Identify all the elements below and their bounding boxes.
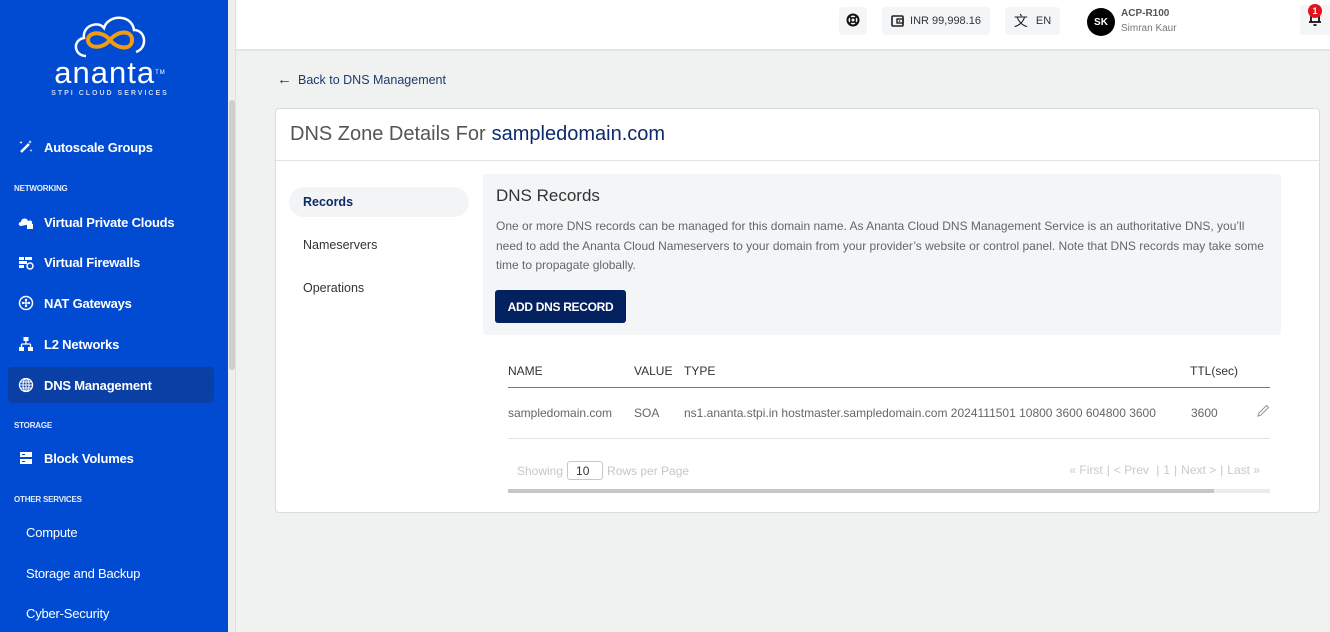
pagination-separator: | <box>1220 463 1224 477</box>
sidebar-item-virtual-private-clouds[interactable]: Virtual Private Clouds <box>8 204 214 240</box>
support-button[interactable] <box>839 7 867 35</box>
user-name[interactable]: Simran Kaur <box>1121 23 1177 34</box>
add-dns-record-button[interactable]: ADD DNS RECORD <box>495 290 626 323</box>
section-description: One or more DNS records can be managed f… <box>496 219 1264 272</box>
tab-nameservers[interactable]: Nameservers <box>289 230 469 260</box>
pagination-last[interactable]: Last » <box>1227 463 1260 477</box>
section-storage: STORAGE <box>14 421 53 430</box>
cell-name: sampledomain.com <box>508 406 613 420</box>
page-title: DNS Zone Details For sampledomain.com <box>276 109 1319 161</box>
ananta-logo[interactable]: anantaTM STPI CLOUD SERVICES <box>40 10 180 105</box>
sidebar-item-label: Autoscale Groups <box>44 139 153 155</box>
pagination: « First | < Prev | 1 | Next > | Last » <box>1069 463 1260 477</box>
trademark: TM <box>155 70 166 76</box>
server-icon <box>18 450 34 466</box>
row-divider <box>508 438 1270 439</box>
column-header-value[interactable]: VALUE <box>634 364 672 378</box>
top-bar: INR 99,998.16 文 EN SK ACP-R100 Simran Ka… <box>236 0 1330 51</box>
column-header-ttl[interactable]: TTL(sec) <box>1190 364 1238 378</box>
section-other-services: OTHER SERVICES <box>14 495 82 504</box>
language-label: EN <box>1035 15 1052 27</box>
table-scrollbar-thumb[interactable] <box>508 489 1214 493</box>
sidebar-item-label: Storage and Backup <box>26 565 141 581</box>
pagination-next[interactable]: Next > <box>1181 463 1216 477</box>
language-selector[interactable]: 文 EN <box>1005 7 1060 35</box>
pagination-first[interactable]: « First <box>1069 463 1102 477</box>
network-hierarchy-icon <box>18 336 34 352</box>
user-account-id[interactable]: ACP-R100 <box>1121 8 1169 19</box>
arrow-left-icon: ← <box>277 71 292 88</box>
edit-pencil-icon[interactable] <box>1256 404 1270 423</box>
magic-wand-icon <box>18 139 34 155</box>
showing-label: Showing <box>517 463 564 478</box>
wallet-balance: INR 99,998.16 <box>910 15 981 27</box>
rows-per-page-label: Rows per Page <box>607 463 690 478</box>
brand-name: ananta <box>54 55 156 90</box>
sidebar-item-l2-networks[interactable]: L2 Networks <box>8 326 214 362</box>
translate-icon: 文 <box>1013 13 1028 29</box>
header-divider <box>508 387 1270 388</box>
tab-operations[interactable]: Operations <box>289 273 469 303</box>
lifebuoy-icon <box>846 13 860 30</box>
pagination-current-page[interactable]: 1 <box>1163 463 1170 477</box>
sidebar-item-label: Virtual Private Clouds <box>44 214 175 230</box>
sidebar-scrollbar-thumb[interactable] <box>229 100 235 370</box>
cloud-lock-icon <box>18 214 34 230</box>
notification-badge: 1 <box>1308 4 1322 18</box>
pagination-separator: | <box>1106 463 1110 477</box>
sidebar-scrollbar[interactable] <box>228 0 236 632</box>
user-avatar[interactable]: SK <box>1087 8 1115 36</box>
table-horizontal-scrollbar[interactable] <box>508 489 1270 493</box>
page-title-prefix: DNS Zone Details For <box>290 123 486 145</box>
back-to-dns-management-link[interactable]: ← Back to DNS Management <box>277 72 446 87</box>
page-title-domain: sampledomain.com <box>491 123 666 145</box>
cell-value: SOA <box>634 406 660 420</box>
globe-icon <box>18 377 34 393</box>
wallet-balance-button[interactable]: INR 99,998.16 <box>882 7 990 35</box>
column-header-type[interactable]: TYPE <box>684 364 715 378</box>
section-networking: NETWORKING <box>14 184 68 193</box>
pagination-separator: | <box>1174 463 1178 477</box>
sidebar-item-label: Compute <box>26 524 78 540</box>
tab-label: Operations <box>303 281 365 295</box>
sidebar-item-label: DNS Management <box>44 377 152 393</box>
brand-tagline: STPI CLOUD SERVICES <box>51 90 169 97</box>
sidebar-item-cyber-security[interactable]: Cyber-Security <box>8 595 214 631</box>
sidebar-item-virtual-firewalls[interactable]: Virtual Firewalls <box>8 244 214 280</box>
tab-records[interactable]: Records <box>289 187 469 217</box>
rows-per-page-input[interactable] <box>567 461 604 480</box>
wallet-icon <box>891 15 904 27</box>
sidebar-item-dns-management[interactable]: DNS Management <box>8 367 214 403</box>
pagination-prev[interactable]: < Prev <box>1114 463 1149 477</box>
cell-type: ns1.ananta.stpi.in hostmaster.sampledoma… <box>684 406 1156 420</box>
cell-ttl: 3600 <box>1191 406 1218 420</box>
sidebar-item-block-volumes[interactable]: Block Volumes <box>8 440 214 476</box>
sidebar-item-storage-and-backup[interactable]: Storage and Backup <box>8 555 214 591</box>
column-header-name[interactable]: NAME <box>508 364 543 378</box>
sidebar-item-nat-gateways[interactable]: NAT Gateways <box>8 285 214 321</box>
nat-gateway-icon <box>18 295 34 311</box>
sidebar-item-compute[interactable]: Compute <box>8 514 214 550</box>
section-title: DNS Records <box>496 186 600 205</box>
sidebar-item-label: Virtual Firewalls <box>44 254 141 270</box>
rows-per-page: Showing Rows per Page <box>517 461 689 480</box>
back-link-label: Back to DNS Management <box>298 72 446 87</box>
sidebar-item-label: Block Volumes <box>44 450 134 466</box>
tab-label: Nameservers <box>303 238 378 252</box>
sidebar-item-label: L2 Networks <box>44 336 120 352</box>
sidebar-item-label: Cyber-Security <box>26 605 110 621</box>
sidebar-item-label: NAT Gateways <box>44 295 132 311</box>
pagination-separator: | <box>1152 463 1160 477</box>
sidebar: anantaTM STPI CLOUD SERVICES Autoscale G… <box>0 0 228 632</box>
tab-label: Records <box>303 195 354 209</box>
dns-records-info: DNS Records One or more DNS records can … <box>483 174 1281 335</box>
dns-zone-card: DNS Zone Details For sampledomain.com Re… <box>275 108 1320 513</box>
firewall-icon <box>18 254 34 270</box>
sidebar-item-autoscale-groups[interactable]: Autoscale Groups <box>8 129 214 165</box>
